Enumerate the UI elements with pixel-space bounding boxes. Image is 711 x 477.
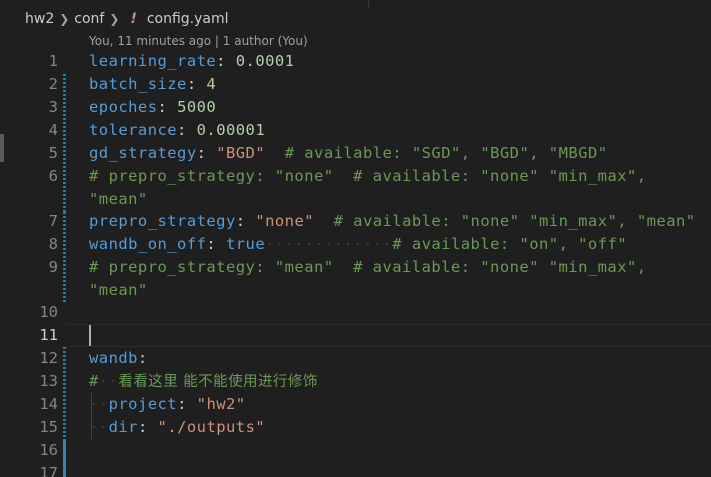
yaml-comment: # prepro_strategy: "mean" # available: "… [89,258,647,276]
line-number[interactable]: 14 [0,393,58,416]
tab-bar-strip [0,0,711,7]
whitespace-dots: ·· [98,372,119,390]
breadcrumb-folder-conf[interactable]: conf [74,11,104,27]
yaml-string: "./outputs" [157,418,266,436]
yaml-colon: : [206,235,217,253]
line-number-active[interactable]: 11 [0,324,58,347]
breadcrumb-folder-hw2[interactable]: hw2 [25,11,54,27]
line-number[interactable]: 9 [0,256,58,279]
line-number[interactable]: 15 [0,416,58,439]
yaml-number: 0.0001 [235,52,295,70]
yaml-key: tolerance [89,121,178,139]
line-number[interactable]: 12 [0,347,58,370]
yaml-comment: # available: "on", "off" [392,235,628,253]
line-number[interactable]: 8 [0,233,58,256]
code-line-3[interactable]: epoches: 5000 [89,96,216,119]
line-number[interactable]: 4 [0,119,58,142]
yaml-file-icon: ! [130,11,137,27]
code-line-2[interactable]: batch_size: 4 [89,73,216,96]
yaml-key: wandb_on_off [89,235,207,253]
yaml-comment: "mean" [89,281,148,299]
code-line-7[interactable]: prepro_strategy: "none" # available: "no… [89,210,696,233]
yaml-comment: # available: "SGD", "BGD", "MBGD" [284,144,608,162]
yaml-key: batch_size [89,75,187,93]
code-line-4[interactable]: tolerance: 0.00001 [89,119,265,142]
yaml-comment: 看看这里 能不能使用进行修饰 [118,374,318,390]
yaml-comment: # prepro_strategy: "none" # available: "… [89,167,647,185]
line-number[interactable]: 17 [0,462,58,477]
whitespace-dots: ············· [265,235,393,253]
current-line-highlight [66,324,711,347]
yaml-colon: : [186,75,197,93]
code-line-13[interactable]: #··看看这里 能不能使用进行修饰 [89,370,318,393]
tab-separator [368,0,369,7]
yaml-colon: : [177,395,187,413]
chevron-right-icon: ❯ [109,12,120,26]
code-line-9-wrap[interactable]: "mean" [89,279,148,302]
code-line-6[interactable]: # prepro_strategy: "none" # available: "… [89,165,647,188]
line-number[interactable]: 3 [0,96,58,119]
yaml-key: prepro_strategy [89,212,236,230]
yaml-colon: : [177,121,187,139]
line-number[interactable]: 7 [0,210,58,233]
yaml-string: "hw2" [196,395,246,413]
yaml-string: "BGD" [216,144,266,162]
yaml-colon: : [157,98,168,116]
whitespace-dots: ·· [89,418,109,436]
git-added-gutter[interactable] [63,439,66,477]
yaml-colon: : [137,349,148,367]
code-line-9[interactable]: # prepro_strategy: "mean" # available: "… [89,256,647,279]
yaml-number: 4 [206,75,217,93]
line-number[interactable]: 2 [0,73,58,96]
yaml-colon: : [235,212,246,230]
line-number[interactable]: 16 [0,439,58,462]
line-number[interactable]: 5 [0,142,58,165]
yaml-comment: # available: "none" "min_max", "mean" [333,212,696,230]
yaml-key: gd_strategy [89,144,197,162]
yaml-key: learning_rate [89,52,217,70]
code-line-5[interactable]: gd_strategy: "BGD" # available: "SGD", "… [89,142,608,165]
yaml-number: 0.00001 [196,121,266,139]
code-line-6-wrap[interactable]: "mean" [89,188,148,211]
code-line-15[interactable]: ··dir: "./outputs" [89,416,265,439]
yaml-comment: "mean" [89,190,148,208]
text-cursor [89,325,91,346]
yaml-key: wandb [89,349,138,367]
yaml-number: 5000 [177,98,217,116]
git-modified-gutter[interactable] [63,74,66,212]
chevron-right-icon: ❯ [59,12,70,26]
yaml-comment: # [89,372,99,390]
yaml-string: "none" [255,212,315,230]
yaml-boolean: true [225,235,266,253]
yaml-key: epoches [89,98,158,116]
yaml-colon: : [196,144,207,162]
code-line-8[interactable]: wandb_on_off: true·············# availab… [89,233,627,256]
line-number[interactable]: 1 [0,50,58,73]
code-line-12[interactable]: wandb: [89,347,148,370]
line-number[interactable]: 13 [0,370,58,393]
line-number[interactable]: 10 [0,301,58,324]
line-number[interactable]: 6 [0,165,58,188]
git-modified-gutter[interactable] [63,347,66,439]
git-blame-codelens[interactable]: You, 11 minutes ago | 1 author (You) [89,32,308,50]
breadcrumb-file-config[interactable]: config.yaml [147,11,229,27]
yaml-colon: : [137,418,148,436]
yaml-colon: : [216,52,226,70]
git-modified-gutter[interactable] [63,212,66,304]
code-line-1[interactable]: learning_rate: 0.0001 [89,50,294,73]
yaml-key: project [108,395,178,413]
code-line-14[interactable]: ··project: "hw2" [89,393,246,416]
breadcrumb: hw2 ❯ conf ❯ ! config.yaml [0,7,711,31]
whitespace-dots: ·· [89,395,109,413]
yaml-key: dir [108,418,138,436]
